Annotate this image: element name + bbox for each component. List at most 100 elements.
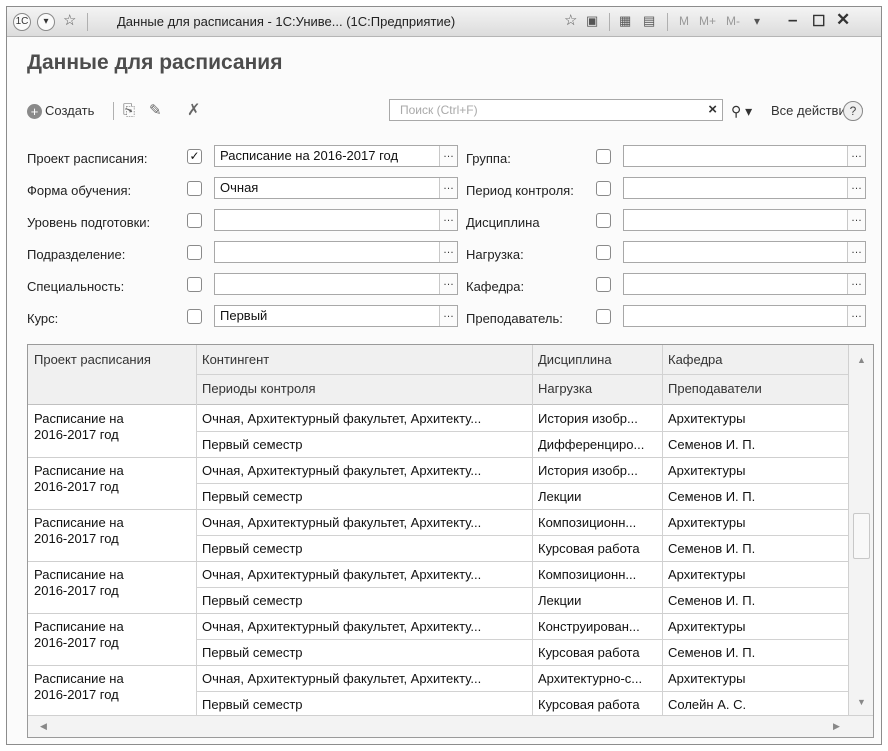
scroll-right-icon[interactable]: ▶ <box>833 721 840 732</box>
vertical-scrollbar[interactable]: ▲ ▼ <box>848 345 873 715</box>
filter-department-checkbox[interactable] <box>596 277 611 292</box>
filter-specialty-field[interactable]: … <box>214 273 458 295</box>
filter-load-field[interactable]: … <box>623 241 866 263</box>
column-header-department[interactable]: Кафедра <box>662 352 723 367</box>
search-options-button[interactable]: ⚲ ▾ <box>731 99 752 123</box>
row-subdivider <box>196 483 848 484</box>
filter-project-checkbox[interactable]: ✓ <box>187 149 202 164</box>
column-header-contingent[interactable]: Контингент <box>196 352 269 367</box>
scroll-left-icon[interactable]: ◀ <box>40 721 47 732</box>
table-row[interactable]: Расписание на 2016-2017 год Очная, Архитек… <box>28 666 848 718</box>
edit-pencil-icon[interactable]: ✎ <box>149 99 162 123</box>
table-row[interactable]: Расписание на 2016-2017 год Очная, Архитек… <box>28 458 848 510</box>
delete-mark-icon[interactable]: ✗ <box>187 99 200 123</box>
cell-load: Лекции <box>538 593 582 608</box>
select-button[interactable]: … <box>439 242 457 262</box>
cell-teacher: Семенов И. П. <box>668 437 756 452</box>
column-header-discipline[interactable]: Дисциплина <box>532 352 612 367</box>
select-button[interactable]: … <box>847 146 865 166</box>
scroll-thumb[interactable] <box>853 513 870 559</box>
row-subdivider <box>196 691 848 692</box>
select-button[interactable]: … <box>847 306 865 326</box>
cell-discipline: Композиционн... <box>538 567 637 582</box>
memory-plus-button[interactable]: M+ <box>699 14 716 28</box>
filter-teacher-field[interactable]: … <box>623 305 866 327</box>
dropdown-menu-icon[interactable]: ▾ <box>37 13 55 31</box>
filter-discipline-field[interactable]: … <box>623 209 866 231</box>
filter-control-period-checkbox[interactable] <box>596 181 611 196</box>
select-button[interactable]: … <box>847 274 865 294</box>
minimize-icon[interactable]: – <box>788 10 797 30</box>
column-header-project[interactable]: Проект расписания <box>28 352 151 367</box>
select-button[interactable]: … <box>439 146 457 166</box>
column-header-teachers[interactable]: Преподаватели <box>662 381 762 396</box>
cell-department: Архитектуры <box>668 515 746 530</box>
app-menu-icon[interactable]: 1C <box>13 13 31 31</box>
filter-load-label: Нагрузка: <box>466 247 524 262</box>
filter-control-period-field[interactable]: … <box>623 177 866 199</box>
filter-form-checkbox[interactable] <box>187 181 202 196</box>
create-button[interactable]: + Создать <box>27 99 94 123</box>
select-button[interactable]: … <box>439 274 457 294</box>
favorite-star-icon[interactable]: ☆ <box>63 12 76 30</box>
select-button[interactable]: … <box>439 306 457 326</box>
table-row[interactable]: Расписание на 2016-2017 год Очная, Архитек… <box>28 510 848 562</box>
select-button[interactable]: … <box>847 178 865 198</box>
filter-load-checkbox[interactable] <box>596 245 611 260</box>
filter-department-field[interactable]: … <box>623 273 866 295</box>
filter-discipline-checkbox[interactable] <box>596 213 611 228</box>
filter-division-field[interactable]: … <box>214 241 458 263</box>
filter-teacher-checkbox[interactable] <box>596 309 611 324</box>
memory-m-button[interactable]: M <box>679 14 689 28</box>
cell-department: Архитектуры <box>668 567 746 582</box>
column-header-periods[interactable]: Периоды контроля <box>196 381 316 396</box>
select-button[interactable]: … <box>439 210 457 230</box>
cell-discipline: История изобр... <box>538 463 638 478</box>
horizontal-scrollbar[interactable]: ◀ ▶ <box>28 715 873 737</box>
add-favorite-icon[interactable]: ☆ <box>564 12 577 30</box>
help-button[interactable]: ? <box>843 101 863 121</box>
filter-course-checkbox[interactable] <box>187 309 202 324</box>
close-icon[interactable]: ✕ <box>836 10 850 30</box>
bookmark-icon[interactable]: ▣ <box>586 12 598 30</box>
cell-period: Первый семестр <box>202 541 303 556</box>
filter-division-checkbox[interactable] <box>187 245 202 260</box>
form-window: 1C ▾ ☆ Данные для расписания - 1С:Униве.… <box>6 6 882 745</box>
window-title: Данные для расписания - 1С:Униве... (1С:… <box>117 14 456 29</box>
filter-specialty-checkbox[interactable] <box>187 277 202 292</box>
select-button[interactable]: … <box>847 242 865 262</box>
calculator-icon[interactable]: ▦ <box>619 12 631 30</box>
filter-group-checkbox[interactable] <box>596 149 611 164</box>
clear-search-icon[interactable]: × <box>708 100 717 120</box>
select-button[interactable]: … <box>847 210 865 230</box>
schedule-data-table[interactable]: Проект расписания Контингент Периоды кон… <box>27 344 874 738</box>
filter-project-field[interactable]: Расписание на 2016-2017 год… <box>214 145 458 167</box>
filter-level-field[interactable]: … <box>214 209 458 231</box>
scroll-up-icon[interactable]: ▲ <box>857 355 866 365</box>
column-header-load[interactable]: Нагрузка <box>532 381 592 396</box>
filter-form-field[interactable]: Очная… <box>214 177 458 199</box>
cell-project-line1: Расписание на <box>34 619 124 634</box>
search-input[interactable]: Поиск (Ctrl+F) × <box>389 99 723 121</box>
filter-group-label: Группа: <box>466 151 511 166</box>
cell-project-line2: 2016-2017 год <box>34 635 119 650</box>
table-row[interactable]: Расписание на 2016-2017 год Очная, Архитек… <box>28 562 848 614</box>
filter-level-checkbox[interactable] <box>187 213 202 228</box>
table-row[interactable]: Расписание на 2016-2017 год Очная, Архитек… <box>28 614 848 666</box>
cell-period: Первый семестр <box>202 437 303 452</box>
filter-course-label: Курс: <box>27 311 59 326</box>
more-menu-icon[interactable]: ▾ <box>754 12 760 30</box>
cell-discipline: История изобр... <box>538 411 638 426</box>
create-label: Создать <box>45 103 95 118</box>
filter-division-label: Подразделение: <box>27 247 126 262</box>
table-row[interactable]: Расписание на 2016-2017 год Очная, Архитек… <box>28 406 848 458</box>
copy-icon[interactable]: ⎘ <box>123 99 135 123</box>
memory-minus-button[interactable]: M- <box>726 14 740 28</box>
filter-course-field[interactable]: Первый… <box>214 305 458 327</box>
maximize-icon[interactable]: ☐ <box>812 12 825 30</box>
cell-project-line2: 2016-2017 год <box>34 427 119 442</box>
select-button[interactable]: … <box>439 178 457 198</box>
calendar-icon[interactable]: ▤ <box>643 12 655 30</box>
scroll-down-icon[interactable]: ▼ <box>857 697 866 707</box>
filter-group-field[interactable]: … <box>623 145 866 167</box>
